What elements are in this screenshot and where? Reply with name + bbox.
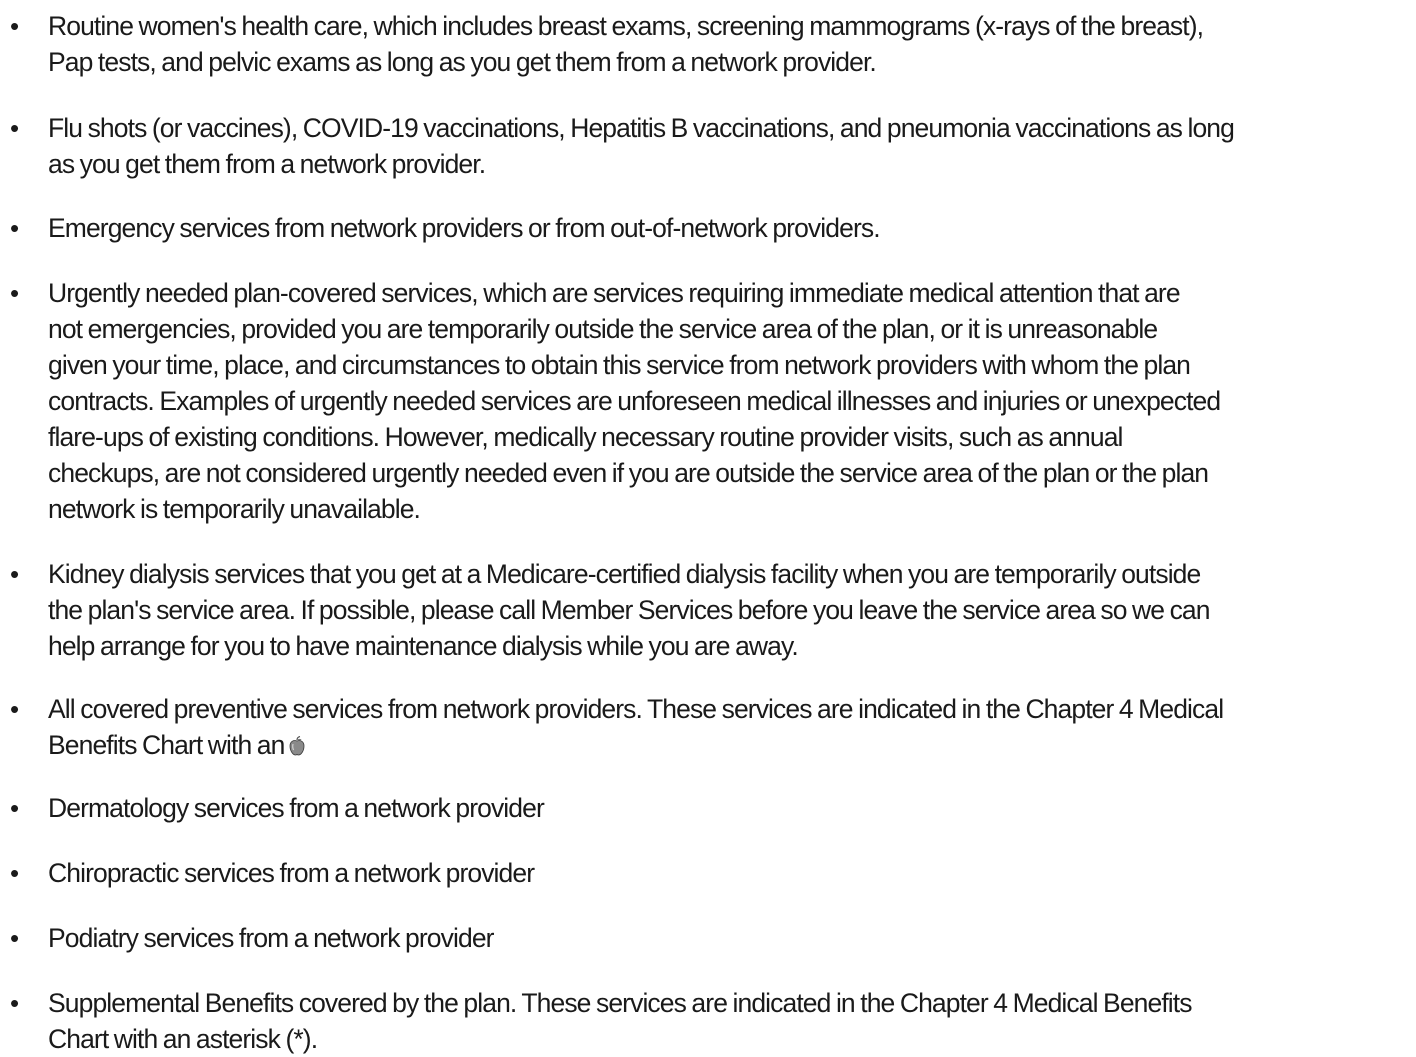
list-item-text: Urgently needed plan-covered services, w…	[48, 278, 1221, 524]
bullet-icon: •	[10, 988, 20, 1018]
list-item-text-content: All covered preventive services from net…	[48, 694, 1224, 760]
bullet-icon: •	[10, 694, 20, 724]
bullet-icon: •	[10, 11, 20, 41]
apple-icon	[288, 736, 306, 756]
list-item-text: Chiropractic services from a network pro…	[48, 858, 535, 888]
list-item-text: All covered preventive services from net…	[48, 691, 1414, 763]
bullet-icon: •	[10, 213, 20, 243]
bullet-icon: •	[10, 278, 20, 308]
bullet-icon: •	[10, 113, 20, 143]
list-item-text: Emergency services from network provider…	[48, 213, 881, 243]
list-item-text: Routine women's health care, which inclu…	[48, 11, 1204, 77]
bullet-icon: •	[10, 858, 20, 888]
list-item-text: Podiatry services from a network provide…	[48, 923, 494, 953]
bullet-icon: •	[10, 559, 20, 589]
bullet-icon: •	[10, 793, 20, 823]
bullet-icon: •	[10, 923, 20, 953]
list-item-text: Dermatology services from a network prov…	[48, 793, 545, 823]
list-item-text: Kidney dialysis services that you get at…	[48, 559, 1211, 661]
list-item-text: Flu shots (or vaccines), COVID-19 vaccin…	[48, 113, 1235, 179]
list-item-text: Supplemental Benefits covered by the pla…	[48, 988, 1193, 1054]
